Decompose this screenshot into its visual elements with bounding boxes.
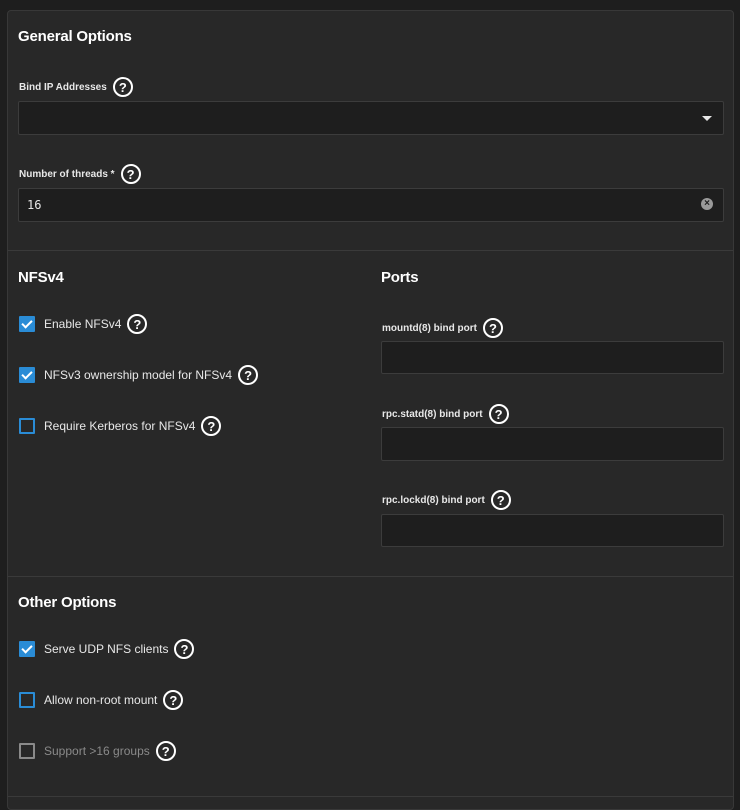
other-options-title: Other Options bbox=[18, 594, 117, 611]
section-divider bbox=[8, 796, 733, 797]
threads-value: 16 bbox=[27, 198, 42, 212]
checkbox-icon[interactable] bbox=[19, 743, 35, 759]
help-icon[interactable]: ? bbox=[238, 365, 259, 385]
help-icon[interactable]: ? bbox=[490, 490, 511, 510]
help-icon[interactable]: ? bbox=[488, 404, 509, 424]
help-icon[interactable]: ? bbox=[120, 164, 141, 184]
checkbox-nfsv3-ownership[interactable]: NFSv3 ownership model for NFSv4 ? bbox=[19, 365, 259, 385]
checkbox-icon[interactable] bbox=[19, 641, 35, 657]
checkbox-icon[interactable] bbox=[19, 367, 35, 383]
mountd-port-label: mountd(8) bind port ? bbox=[382, 318, 503, 338]
checkbox-icon[interactable] bbox=[19, 316, 35, 332]
help-icon[interactable]: ? bbox=[163, 690, 184, 710]
checkbox-enable-nfsv4[interactable]: Enable NFSv4 ? bbox=[19, 314, 148, 334]
nfs-settings-card: General Options Bind IP Addresses ? Numb… bbox=[7, 10, 734, 810]
nfsv4-title: NFSv4 bbox=[18, 269, 64, 286]
help-icon[interactable]: ? bbox=[174, 639, 195, 659]
clear-icon[interactable]: × bbox=[701, 198, 713, 210]
help-icon[interactable]: ? bbox=[127, 314, 148, 334]
help-icon[interactable]: ? bbox=[155, 741, 176, 761]
mountd-port-input[interactable] bbox=[381, 341, 724, 374]
general-options-title: General Options bbox=[18, 28, 132, 45]
checkbox-allow-nonroot[interactable]: Allow non-root mount ? bbox=[19, 690, 184, 710]
threads-label: Number of threads * ? bbox=[19, 164, 141, 184]
rpc-statd-port-label: rpc.statd(8) bind port ? bbox=[382, 404, 509, 424]
checkbox-icon[interactable] bbox=[19, 418, 35, 434]
rpc-statd-port-input[interactable] bbox=[381, 427, 724, 461]
checkbox-require-kerberos[interactable]: Require Kerberos for NFSv4 ? bbox=[19, 416, 222, 436]
help-icon[interactable]: ? bbox=[482, 318, 503, 338]
bind-ip-label: Bind IP Addresses ? bbox=[19, 77, 133, 97]
checkbox-icon[interactable] bbox=[19, 692, 35, 708]
threads-input[interactable]: 16 × bbox=[18, 188, 724, 222]
checkbox-serve-udp[interactable]: Serve UDP NFS clients ? bbox=[19, 639, 195, 659]
help-icon[interactable]: ? bbox=[112, 77, 133, 97]
section-divider bbox=[8, 576, 733, 577]
chevron-down-icon[interactable] bbox=[702, 116, 712, 121]
bind-ip-select[interactable] bbox=[18, 101, 724, 135]
rpc-lockd-port-label: rpc.lockd(8) bind port ? bbox=[382, 490, 511, 510]
rpc-lockd-port-input[interactable] bbox=[381, 514, 724, 547]
section-divider bbox=[8, 250, 733, 251]
ports-title: Ports bbox=[381, 269, 419, 286]
help-icon[interactable]: ? bbox=[201, 416, 222, 436]
checkbox-support-16-groups[interactable]: Support >16 groups ? bbox=[19, 741, 176, 761]
